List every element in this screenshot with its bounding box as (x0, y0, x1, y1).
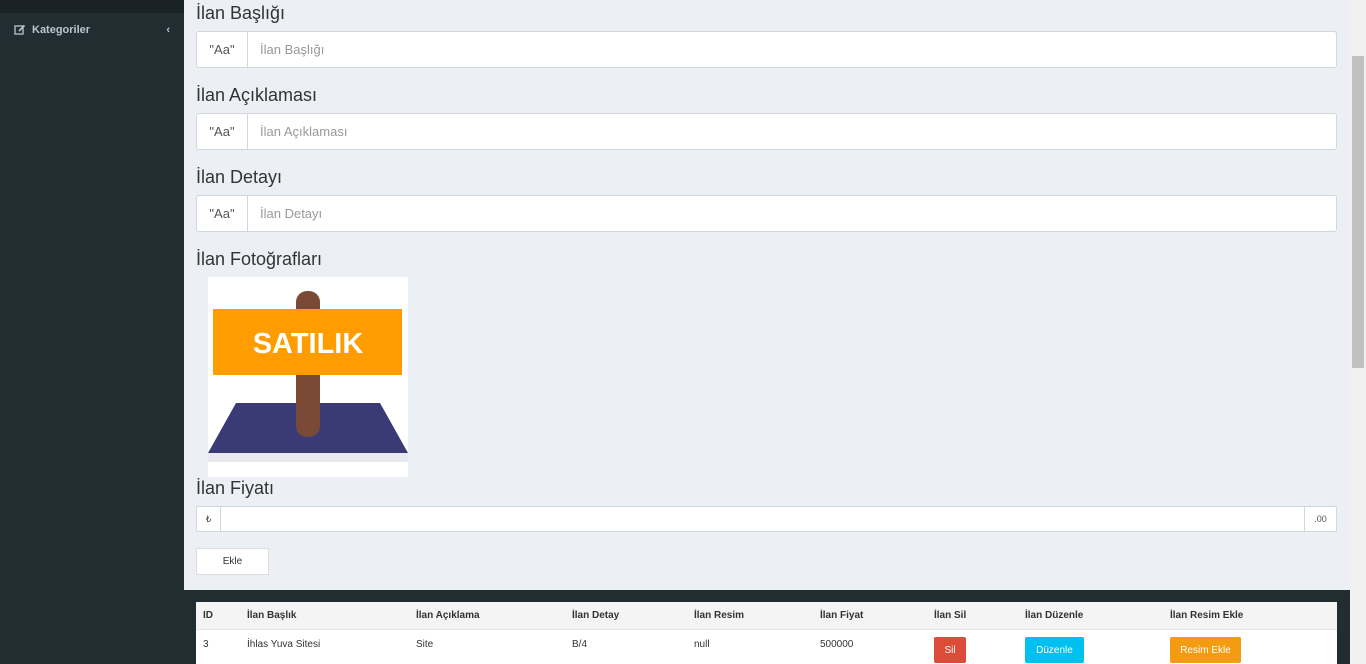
description-label: İlan Açıklaması (196, 85, 318, 105)
description-input-group: "Aa" (196, 113, 1337, 150)
detail-addon: "Aa" (197, 196, 248, 231)
title-addon: "Aa" (197, 32, 248, 67)
header-image: İlan Resim (694, 610, 745, 621)
header-detail: İlan Detay (572, 610, 620, 621)
chevron-left-icon: ‹ (166, 24, 170, 36)
detail-label: İlan Detayı (196, 167, 283, 187)
sidebar: Kategoriler ‹ (0, 0, 184, 664)
header-delete: İlan Sil (934, 610, 967, 621)
sidebar-item-kategoriler[interactable]: Kategoriler ‹ (0, 13, 184, 47)
sign-text: SATILIK (253, 328, 364, 360)
header-edit: İlan Düzenle (1025, 610, 1084, 621)
cell-price: 500000 (820, 639, 854, 650)
delete-button[interactable]: Sil (934, 637, 966, 663)
detail-input-group: "Aa" (196, 195, 1337, 232)
edit-button[interactable]: Düzenle (1025, 637, 1084, 663)
detail-input[interactable] (248, 196, 1336, 231)
add-image-button[interactable]: Resim Ekle (1170, 637, 1241, 663)
header-price: İlan Fiyat (820, 610, 864, 621)
cell-description: Site (416, 639, 434, 650)
header-add-image: İlan Resim Ekle (1170, 610, 1244, 621)
header-id: ID (203, 610, 213, 621)
header-description: İlan Açıklama (416, 610, 480, 621)
photos-label: İlan Fotoğrafları (196, 249, 323, 269)
sidebar-top-strip (0, 0, 184, 13)
table-header-row (196, 602, 1337, 630)
sidebar-item-label: Kategoriler (32, 24, 91, 36)
cell-image: null (694, 639, 710, 650)
edit-icon (14, 24, 26, 36)
page-scrollbar[interactable] (1350, 0, 1366, 664)
currency-addon: ₺ (197, 507, 221, 531)
cell-id: 3 (203, 639, 209, 650)
cell-detail: B/4 (572, 639, 588, 650)
listing-photo: SATILIK (208, 277, 408, 477)
listings-table: ID İlan Başlık İlan Açıklama İlan Detay … (196, 602, 1337, 664)
scrollbar-thumb[interactable] (1352, 56, 1364, 368)
title-input[interactable] (248, 32, 1336, 67)
price-label: İlan Fiyatı (196, 478, 275, 498)
title-input-group: "Aa" (196, 31, 1337, 68)
title-label: İlan Başlığı (196, 3, 286, 23)
description-addon: "Aa" (197, 114, 248, 149)
price-input[interactable] (221, 507, 1304, 531)
price-input-group: ₺ .00 (196, 506, 1337, 532)
add-button[interactable]: Ekle (196, 548, 269, 575)
header-title: İlan Başlık (247, 610, 297, 621)
sign-base-shadow (208, 453, 408, 462)
description-input[interactable] (248, 114, 1336, 149)
cell-title: İhlas Yuva Sitesi (247, 639, 321, 650)
decimal-addon: .00 (1304, 507, 1336, 531)
